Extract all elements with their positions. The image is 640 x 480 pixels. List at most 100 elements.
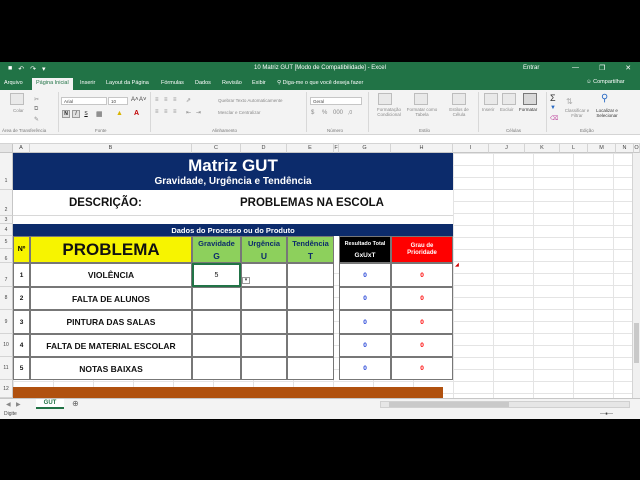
insert-cells-button[interactable]: Inserir: [482, 107, 495, 112]
column-header[interactable]: D: [241, 144, 287, 153]
column-header[interactable]: A: [13, 144, 30, 153]
grow-font-icon[interactable]: A˄: [131, 97, 139, 103]
format-table-icon[interactable]: [414, 93, 428, 105]
copy-icon[interactable]: ⧉: [34, 106, 38, 113]
row-4-g-cell[interactable]: [192, 334, 241, 357]
row-2-t-cell[interactable]: [287, 287, 334, 310]
row-5-grau-cell[interactable]: 0: [391, 357, 453, 380]
tab-layout[interactable]: Layout da Página: [106, 80, 149, 86]
row-5-g-cell[interactable]: [192, 357, 241, 380]
row-2-grau-cell[interactable]: 0: [391, 287, 453, 310]
thousands-icon[interactable]: 000: [333, 110, 343, 116]
row-3-g-cell[interactable]: [192, 310, 241, 334]
conditional-format-icon[interactable]: [378, 93, 392, 105]
cut-icon[interactable]: ✂: [34, 96, 39, 103]
row-header[interactable]: 5: [0, 236, 13, 249]
font-name-select[interactable]: Arial: [61, 97, 107, 105]
tab-arquivo[interactable]: Arquivo: [4, 80, 23, 86]
row-header[interactable]: 9: [0, 310, 13, 334]
row-4-n-cell[interactable]: 4: [13, 334, 30, 357]
tab-exibir[interactable]: Exibir: [252, 80, 266, 86]
align-center-icon[interactable]: ≡: [164, 109, 168, 115]
align-left-icon[interactable]: ≡: [155, 109, 159, 115]
tell-me-box[interactable]: ⚲ Diga-me o que você deseja fazer: [277, 80, 363, 86]
select-all-corner[interactable]: [0, 144, 13, 153]
paste-icon[interactable]: [10, 93, 24, 105]
column-header[interactable]: M: [588, 144, 616, 153]
vertical-scroll-thumb[interactable]: [634, 323, 639, 363]
cell-styles-icon[interactable]: [452, 93, 466, 105]
autosum-icon[interactable]: Σ: [550, 93, 556, 103]
tab-inserir[interactable]: Inserir: [80, 80, 95, 86]
find-select-icon[interactable]: ⚲: [601, 93, 608, 104]
row-1-grau-cell[interactable]: 0: [391, 263, 453, 287]
increase-indent-icon[interactable]: ⇥: [196, 109, 201, 116]
restore-icon[interactable]: ❐: [599, 64, 605, 72]
dropdown-arrow-icon[interactable]: ▾: [242, 277, 250, 284]
fill-color-icon[interactable]: ▲: [116, 110, 123, 117]
description-value[interactable]: PROBLEMAS NA ESCOLA: [240, 197, 384, 209]
row-1-t-cell[interactable]: [287, 263, 334, 287]
font-color-icon[interactable]: A: [134, 110, 139, 117]
fill-icon[interactable]: ▼: [550, 105, 556, 111]
clear-icon[interactable]: ⌫: [550, 115, 558, 122]
row-4-problema-cell[interactable]: FALTA DE MATERIAL ESCOLAR: [30, 334, 192, 357]
next-sheet-icon[interactable]: ▶: [16, 401, 21, 408]
row-2-problema-cell[interactable]: FALTA DE ALUNOS: [30, 287, 192, 310]
align-middle-icon[interactable]: ≡: [164, 97, 168, 103]
row-4-resultado-cell[interactable]: 0: [339, 334, 391, 357]
row-header[interactable]: 6: [0, 249, 13, 263]
tab-pagina-inicial[interactable]: Página Inicial: [32, 78, 73, 90]
column-header[interactable]: I: [453, 144, 489, 153]
prev-sheet-icon[interactable]: ◀: [6, 401, 11, 408]
row-5-resultado-cell[interactable]: 0: [339, 357, 391, 380]
horizontal-scroll-thumb[interactable]: [389, 402, 509, 407]
column-header[interactable]: J: [489, 144, 525, 153]
row-header[interactable]: 11: [0, 357, 13, 380]
decrease-indent-icon[interactable]: ⇤: [186, 109, 191, 116]
row-header[interactable]: 3: [0, 216, 13, 224]
borders-icon[interactable]: ▦: [96, 110, 103, 118]
active-cell-outline[interactable]: [192, 263, 241, 287]
row-4-t-cell[interactable]: [287, 334, 334, 357]
row-header[interactable]: 7: [0, 263, 13, 287]
column-header[interactable]: G: [339, 144, 391, 153]
cell-styles-button[interactable]: Estilos de Célula: [444, 107, 474, 117]
align-right-icon[interactable]: ≡: [173, 109, 177, 115]
row-header[interactable]: 10: [0, 334, 13, 357]
orientation-icon[interactable]: ⇗: [186, 97, 191, 104]
vertical-scrollbar[interactable]: [632, 153, 640, 398]
zoom-slider-icon[interactable]: —●—: [600, 411, 613, 417]
sheet-tab-gut[interactable]: GUT: [36, 399, 64, 409]
conditional-format-button[interactable]: Formatação Condicional: [372, 107, 406, 117]
row-2-n-cell[interactable]: 2: [13, 287, 30, 310]
column-header[interactable]: K: [525, 144, 560, 153]
column-header[interactable]: H: [391, 144, 453, 153]
column-header[interactable]: B: [30, 144, 192, 153]
row-3-n-cell[interactable]: 3: [13, 310, 30, 334]
delete-cells-icon[interactable]: [502, 93, 516, 105]
row-2-g-cell[interactable]: [192, 287, 241, 310]
row-5-t-cell[interactable]: [287, 357, 334, 380]
align-bottom-icon[interactable]: ≡: [173, 97, 177, 103]
currency-icon[interactable]: $: [311, 110, 314, 116]
number-format-select[interactable]: Geral: [310, 97, 362, 105]
tab-revisao[interactable]: Revisão: [222, 80, 242, 86]
percent-icon[interactable]: %: [322, 110, 327, 116]
wrap-text-button[interactable]: Quebrar Texto Automaticamente: [218, 98, 282, 103]
row-5-u-cell[interactable]: [241, 357, 287, 380]
shrink-font-icon[interactable]: A˅: [139, 97, 147, 103]
row-1-problema-cell[interactable]: VIOLÊNCIA: [30, 263, 192, 287]
row-5-n-cell[interactable]: 5: [13, 357, 30, 380]
horizontal-scrollbar[interactable]: [380, 401, 630, 408]
row-header[interactable]: 2: [0, 190, 13, 216]
row-5-problema-cell[interactable]: NOTAS BAIXAS: [30, 357, 192, 380]
row-header[interactable]: 4: [0, 224, 13, 236]
align-top-icon[interactable]: ≡: [155, 97, 159, 103]
column-header[interactable]: N: [616, 144, 634, 153]
decimal-icon[interactable]: ,0: [348, 110, 352, 116]
add-sheet-icon[interactable]: ⊕: [72, 399, 79, 408]
column-header[interactable]: C: [192, 144, 241, 153]
row-3-problema-cell[interactable]: PINTURA DAS SALAS: [30, 310, 192, 334]
format-painter-icon[interactable]: ✎: [34, 116, 39, 123]
